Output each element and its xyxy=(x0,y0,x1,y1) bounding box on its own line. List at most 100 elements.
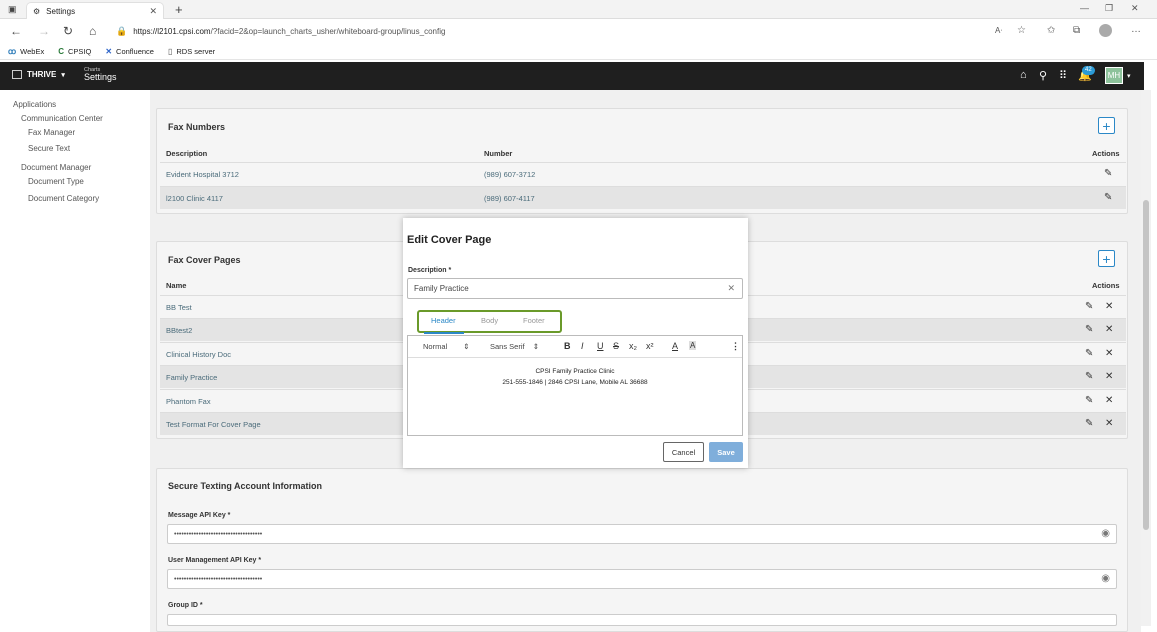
more-icon[interactable]: … xyxy=(1131,24,1141,35)
delete-icon[interactable]: ✕ xyxy=(1105,418,1113,429)
highlight-color-icon[interactable]: A xyxy=(689,341,697,350)
delete-icon[interactable]: ✕ xyxy=(1105,371,1113,382)
delete-icon[interactable]: ✕ xyxy=(1105,301,1113,312)
new-tab-icon[interactable]: + xyxy=(175,2,183,17)
nav-secure-text[interactable]: Secure Text xyxy=(28,144,70,153)
tab-title: Settings xyxy=(46,6,76,16)
bookmark-cpsiq[interactable]: C CPSIQ xyxy=(58,47,91,56)
page-icon: ▯ xyxy=(167,46,173,56)
user-api-key-label: User Management API Key * xyxy=(168,557,262,564)
eye-icon[interactable]: ◉ xyxy=(1101,573,1110,584)
edit-icon[interactable]: ✎ xyxy=(1085,348,1093,359)
tab-header[interactable]: Header xyxy=(431,316,456,325)
bookmark-rds-server[interactable]: ▯ RDS server xyxy=(168,47,215,56)
cover-page-name[interactable]: BB Test xyxy=(166,303,192,312)
eye-icon[interactable]: ◉ xyxy=(1101,528,1110,539)
favorites-icon[interactable]: ✩ xyxy=(1047,25,1055,36)
text-color-icon[interactable]: A xyxy=(672,341,678,351)
reload-icon[interactable]: ↻ xyxy=(63,24,73,38)
description-input[interactable]: Family Practice ✕ xyxy=(407,278,743,299)
tab-footer[interactable]: Footer xyxy=(523,316,545,325)
forward-icon[interactable]: → xyxy=(38,24,50,38)
message-api-key-field[interactable]: •••••••••••••••••••••••••••••••••••• ◉ xyxy=(167,524,1117,544)
back-icon[interactable]: ← xyxy=(10,24,22,38)
plus-icon: + xyxy=(1102,117,1111,134)
edit-icon[interactable]: ✎ xyxy=(1085,371,1093,382)
left-nav: Applications Communication Center Fax Ma… xyxy=(0,90,150,632)
bold-icon[interactable]: B xyxy=(564,341,571,351)
cancel-button[interactable]: Cancel xyxy=(663,442,704,462)
read-aloud-icon[interactable]: Aᐧ xyxy=(995,26,1002,35)
nav-communication-center[interactable]: Communication Center xyxy=(21,114,103,123)
avatar[interactable]: MH xyxy=(1105,67,1123,84)
nav-document-manager[interactable]: Document Manager xyxy=(21,163,91,172)
avatar-chevron-icon[interactable]: ▾ xyxy=(1127,72,1131,80)
fax-description[interactable]: l2100 Clinic 4117 xyxy=(166,194,223,203)
subscript-icon[interactable]: x₂ xyxy=(629,341,637,351)
edit-icon[interactable]: ✎ xyxy=(1085,301,1093,312)
user-api-key-value: •••••••••••••••••••••••••••••••••••• xyxy=(174,575,263,583)
collections-icon[interactable]: ⧉ xyxy=(1073,25,1080,36)
scrollbar-thumb[interactable] xyxy=(1143,200,1149,530)
restore-icon[interactable]: ❐ xyxy=(1105,3,1113,14)
close-window-icon[interactable]: ✕ xyxy=(1131,3,1139,14)
edit-icon[interactable]: ✎ xyxy=(1104,192,1112,203)
home-icon[interactable]: ⌂ xyxy=(89,24,96,38)
edit-icon[interactable]: ✎ xyxy=(1085,324,1093,335)
delete-icon[interactable]: ✕ xyxy=(1105,395,1113,406)
window-menu-icon[interactable]: ▣ xyxy=(8,4,17,15)
add-fax-number-button[interactable]: + xyxy=(1098,117,1115,134)
cover-page-name[interactable]: Phantom Fax xyxy=(166,397,211,406)
fax-number: (989) 607-4117 xyxy=(484,194,535,203)
browser-tab[interactable]: ⚙ Settings ✕ xyxy=(26,2,164,19)
more-options-icon[interactable]: ⋮ xyxy=(731,341,740,352)
minimize-icon[interactable]: — xyxy=(1080,3,1089,13)
font-select[interactable]: Sans Serif ⇕ xyxy=(490,342,539,351)
url-field[interactable]: 🔒 https://l2101.cpsi.com/?facid=2&op=lau… xyxy=(116,23,1006,40)
superscript-icon[interactable]: x² xyxy=(646,341,654,351)
cover-page-name[interactable]: BBtest2 xyxy=(166,326,192,335)
search-icon[interactable]: ⚲ xyxy=(1039,69,1047,82)
group-id-field[interactable] xyxy=(167,614,1117,626)
page-title: Settings xyxy=(84,72,117,82)
breadcrumb: Charts Settings xyxy=(84,67,117,82)
delete-icon[interactable]: ✕ xyxy=(1105,348,1113,359)
edit-icon[interactable]: ✎ xyxy=(1104,168,1112,179)
bookmark-confluence[interactable]: ✕ Confluence xyxy=(105,47,154,56)
cover-page-name[interactable]: Clinical History Doc xyxy=(166,350,231,359)
clear-icon[interactable]: ✕ xyxy=(727,283,735,294)
delete-icon[interactable]: ✕ xyxy=(1105,324,1113,335)
rich-text-editor[interactable]: Normal ⇕ Sans Serif ⇕ B I U S x₂ x² A A … xyxy=(407,335,743,436)
modal-title: Edit Cover Page xyxy=(407,234,492,246)
fax-number: (989) 607-3712 xyxy=(484,170,536,179)
thrive-logo-icon xyxy=(12,70,22,79)
home-nav-icon[interactable]: ⌂ xyxy=(1020,69,1027,81)
user-api-key-field[interactable]: •••••••••••••••••••••••••••••••••••• ◉ xyxy=(167,569,1117,589)
cover-page-name[interactable]: Test Format For Cover Page xyxy=(166,420,261,429)
brand-menu[interactable]: THRIVE ▾ xyxy=(12,70,65,79)
cover-page-name[interactable]: Family Practice xyxy=(166,373,217,382)
edit-icon[interactable]: ✎ xyxy=(1085,395,1093,406)
nav-applications[interactable]: Applications xyxy=(13,100,56,109)
col-actions: Actions xyxy=(1092,281,1120,290)
apps-grid-icon[interactable]: ⠿ xyxy=(1059,69,1067,82)
edit-icon[interactable]: ✎ xyxy=(1085,418,1093,429)
close-tab-icon[interactable]: ✕ xyxy=(149,6,157,17)
favorite-icon[interactable]: ☆ xyxy=(1017,25,1026,36)
strikethrough-icon[interactable]: S xyxy=(613,341,619,351)
nav-document-type[interactable]: Document Type xyxy=(28,177,84,186)
fax-numbers-title: Fax Numbers xyxy=(168,122,226,132)
profile-icon[interactable] xyxy=(1099,24,1112,37)
add-cover-page-button[interactable]: + xyxy=(1098,250,1115,267)
notification-badge: 42 xyxy=(1082,66,1095,75)
nav-fax-manager[interactable]: Fax Manager xyxy=(28,128,75,137)
page-scrollbar[interactable] xyxy=(1141,90,1151,626)
save-button[interactable]: Save xyxy=(709,442,743,462)
fax-description[interactable]: Evident Hospital 3712 xyxy=(166,170,239,179)
format-select[interactable]: Normal ⇕ xyxy=(423,342,470,351)
italic-icon[interactable]: I xyxy=(581,341,584,351)
bookmark-webex[interactable]: ꝏ WebEx xyxy=(8,47,44,56)
tab-body[interactable]: Body xyxy=(481,316,498,325)
underline-icon[interactable]: U xyxy=(597,341,604,351)
nav-document-category[interactable]: Document Category xyxy=(28,194,99,203)
